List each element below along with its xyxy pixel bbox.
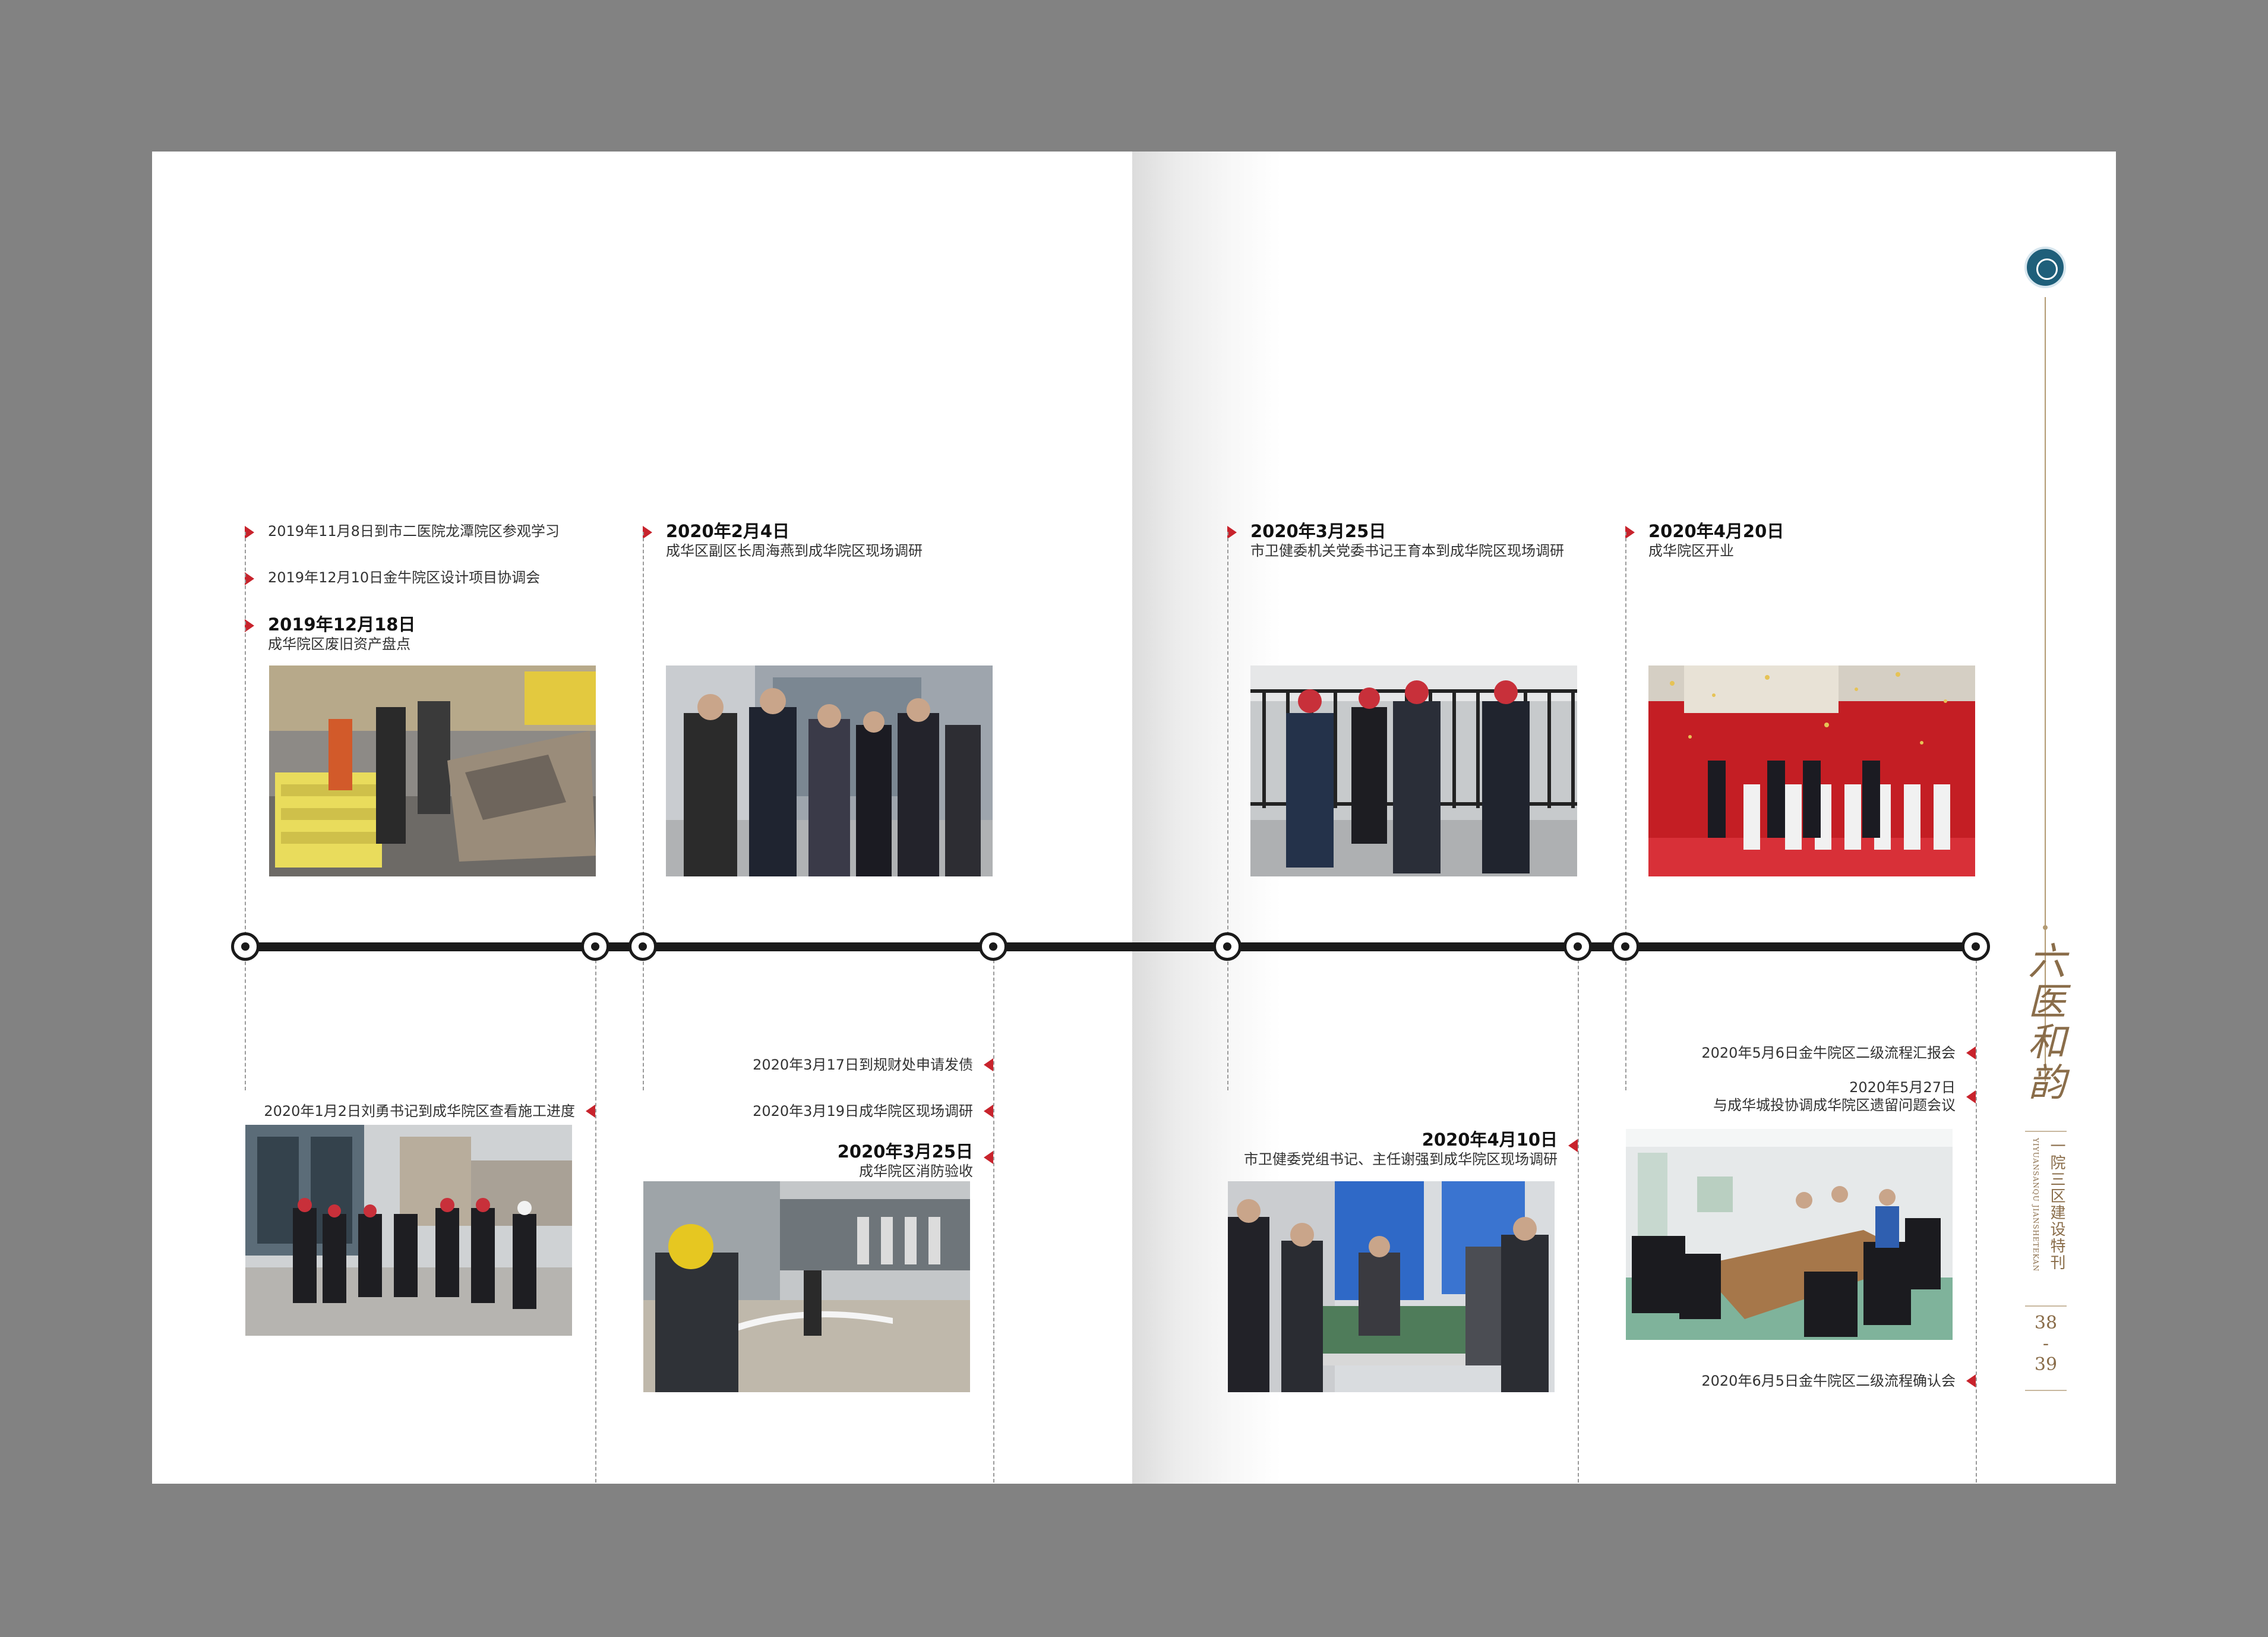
timeline-node [628, 932, 657, 961]
red-marker-icon [245, 526, 254, 539]
red-marker-icon [1966, 1374, 1976, 1387]
red-marker-icon [1625, 526, 1635, 539]
gold-rule [2025, 1305, 2067, 1307]
event-text: 2020年5月6日金牛院区二级流程汇报会 [1701, 1045, 1956, 1061]
timeline-node [1213, 932, 1242, 961]
red-marker-icon [1568, 1139, 1578, 1152]
red-marker-icon [984, 1058, 993, 1071]
event-text: 2020年2月4日 成华区副区长周海燕到成华院区现场调研 [666, 521, 923, 559]
calligraphy-char: 医 [2028, 980, 2066, 1024]
connector-line [595, 942, 596, 1483]
event-text: 2020年3月25日 成华院区消防验收 [837, 1141, 973, 1179]
timeline-node [581, 932, 609, 961]
connector-line [1227, 532, 1228, 1090]
event-text: 2020年4月10日 市卫健委党组书记、主任谢强到成华院区现场调研 [1244, 1130, 1558, 1168]
connector-line [1625, 532, 1626, 1090]
calligraphy-char: 六 [2028, 940, 2066, 984]
connector-line [1578, 942, 1579, 1483]
timeline-segment [1227, 942, 1578, 951]
timeline-segment [245, 942, 595, 951]
red-marker-icon [586, 1105, 595, 1118]
page-number-right: 39 [2034, 1354, 2058, 1375]
red-marker-icon [1966, 1090, 1976, 1103]
event-text: 2020年3月25日 市卫健委机关党委书记王育本到成华院区现场调研 [1250, 521, 1564, 559]
connector-line [643, 532, 644, 1090]
photo-vice-mayor-visit [666, 665, 993, 876]
gold-dot-icon [2043, 925, 2048, 930]
red-marker-icon [245, 572, 254, 585]
red-marker-icon [1966, 1046, 1976, 1059]
page-number-separator: - [2042, 1333, 2049, 1354]
event-text: 2020年6月5日金牛院区二级流程确认会 [1701, 1373, 1956, 1389]
red-marker-icon [984, 1151, 993, 1164]
event-text: 2019年12月18日 成华院区废旧资产盘点 [268, 614, 416, 652]
timeline-node [979, 932, 1007, 961]
event-text: 2020年1月2日刘勇书记到成华院区查看施工进度 [264, 1103, 575, 1119]
connector-line [245, 532, 246, 1090]
red-marker-icon [1227, 526, 1237, 539]
timeline-node [1611, 932, 1640, 961]
event-text: 2020年3月17日到规财处申请发债 [753, 1056, 973, 1073]
event-text: 2020年4月20日 成华院区开业 [1648, 521, 1784, 559]
gold-rule [2025, 1390, 2067, 1391]
red-marker-icon [245, 619, 254, 632]
timeline-node [1961, 932, 1990, 961]
gold-rule [2025, 1131, 2067, 1132]
photo-fire-inspection [643, 1181, 970, 1392]
vertical-pinyin: YIYUANSANQU JIANSHETEKAN [2032, 1138, 2040, 1272]
red-marker-icon [984, 1105, 993, 1118]
timeline-segment [1625, 942, 1976, 951]
connector-line [1976, 942, 1977, 1483]
event-text: 2020年5月27日 与成华城投协调成华院区遗留问题会议 [1713, 1079, 1956, 1114]
calligraphy-char: 韵 [2028, 1061, 2066, 1105]
timeline-segment [643, 942, 993, 951]
vertical-title: 一院三区建设特刊 [2048, 1138, 2065, 1271]
timeline-node [1563, 932, 1592, 961]
photo-construction-inspection [245, 1125, 572, 1336]
magazine-spread: 2019年11月8日到市二医院龙潭院区参观学习 2019年12月10日金牛院区设… [152, 152, 2116, 1484]
page-number-left: 38 [2034, 1313, 2058, 1333]
event-text: 2019年12月10日金牛院区设计项目协调会 [268, 569, 541, 586]
photo-party-secretary-visit [1250, 665, 1577, 876]
event-text: 2019年11月8日到市二医院龙潭院区参观学习 [268, 523, 560, 540]
photo-asset-inventory [269, 665, 596, 876]
connector-line [993, 942, 994, 1483]
timeline-connector [993, 942, 1227, 951]
calligraphy-char: 和 [2028, 1021, 2066, 1065]
red-marker-icon [643, 526, 652, 539]
hospital-logo-icon [2024, 247, 2066, 288]
photo-opening-ceremony [1648, 665, 1975, 876]
event-text: 2020年3月19日成华院区现场调研 [753, 1103, 973, 1119]
timeline-node [231, 932, 260, 961]
photo-ward-inspection [1228, 1181, 1555, 1392]
photo-coordination-meeting [1626, 1129, 1953, 1340]
